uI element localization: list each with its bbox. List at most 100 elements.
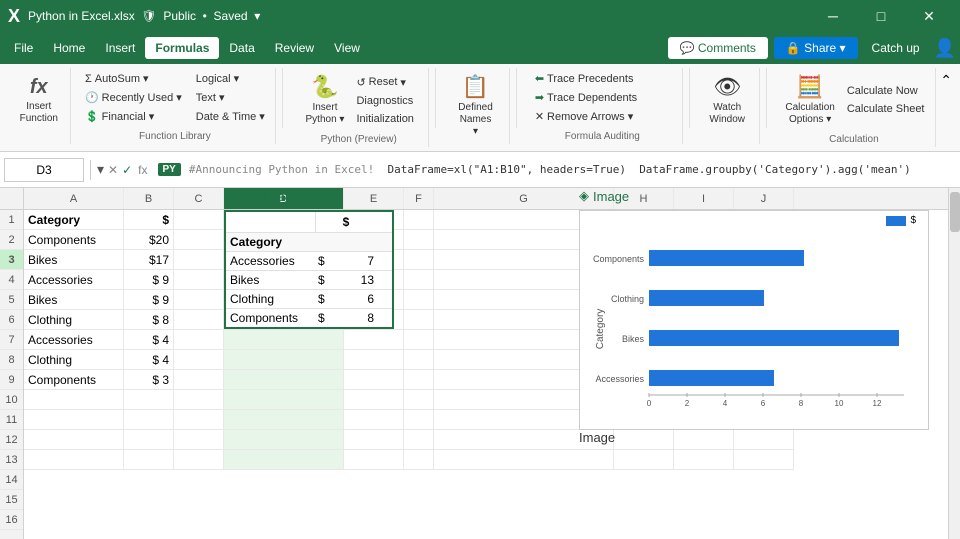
row-header-7[interactable]: 7	[0, 330, 23, 350]
row-header-15[interactable]: 15	[0, 490, 23, 510]
reset-button[interactable]: ↺ Reset ▾	[352, 74, 417, 91]
cell-A5[interactable]: Bikes	[24, 290, 124, 310]
cell-D8[interactable]	[224, 350, 344, 370]
calculate-sheet-button[interactable]: Calculate Sheet	[843, 101, 929, 117]
cell-A4[interactable]: Accessories	[24, 270, 124, 290]
cell-A7[interactable]: Accessories	[24, 330, 124, 350]
separator-5	[766, 68, 767, 128]
row-header-9[interactable]: 9	[0, 370, 23, 390]
cell-F1[interactable]	[404, 210, 434, 230]
row-header-14[interactable]: 14	[0, 470, 23, 490]
name-box[interactable]	[4, 158, 84, 182]
col-header-A[interactable]: A	[24, 188, 124, 209]
defined-names-button[interactable]: 📋 DefinedNames ▾	[450, 70, 501, 142]
cell-B3[interactable]: $17	[124, 250, 174, 270]
cell-A8[interactable]: Clothing	[24, 350, 124, 370]
trace-dependents-button[interactable]: ➡ Trace Dependents	[531, 89, 674, 106]
cell-D9[interactable]	[224, 370, 344, 390]
row-header-16[interactable]: 16	[0, 510, 23, 530]
financial-label: Financial	[102, 111, 146, 123]
maximize-button[interactable]: □	[858, 0, 904, 32]
legend-color-box	[886, 216, 906, 226]
scrollbar-thumb[interactable]	[950, 192, 960, 232]
cell-C3[interactable]	[174, 250, 224, 270]
calculate-sheet-label: Calculate Sheet	[847, 103, 925, 115]
row-header-5[interactable]: 5	[0, 290, 23, 310]
public-badge: Public	[163, 9, 196, 23]
menu-view[interactable]: View	[324, 37, 370, 59]
cell-D7[interactable]	[224, 330, 344, 350]
cell-A6[interactable]: Clothing	[24, 310, 124, 330]
cell-B6[interactable]: $ 8	[124, 310, 174, 330]
date-time-button[interactable]: Date & Time ▾	[192, 108, 269, 125]
row-header-6[interactable]: 6	[0, 310, 23, 330]
cell-A3[interactable]: Bikes	[24, 250, 124, 270]
cell-B1[interactable]: $	[124, 210, 174, 230]
col-header-I[interactable]: I	[674, 188, 734, 209]
x-label-8: 8	[799, 399, 804, 408]
col-header-F[interactable]: F	[404, 188, 434, 209]
col-header-E[interactable]: E	[344, 188, 404, 209]
calculate-now-button[interactable]: Calculate Now	[843, 83, 929, 99]
cell-B4[interactable]: $ 9	[124, 270, 174, 290]
menu-file[interactable]: File	[4, 37, 43, 59]
recently-used-button[interactable]: 🕐 Recently Used ▾	[81, 89, 186, 106]
text-button[interactable]: Text ▾	[192, 89, 269, 106]
logical-button[interactable]: Logical ▾	[192, 70, 269, 87]
x-label-4: 4	[723, 399, 728, 408]
cell-B5[interactable]: $ 9	[124, 290, 174, 310]
cell-A9[interactable]: Components	[24, 370, 124, 390]
vertical-scrollbar[interactable]	[948, 188, 960, 539]
cell-A2[interactable]: Components	[24, 230, 124, 250]
cell-F3[interactable]	[404, 250, 434, 270]
df-bikes-dollar: $	[316, 271, 336, 289]
row-header-13[interactable]: 13	[0, 450, 23, 470]
separator-3	[516, 68, 517, 128]
share-button[interactable]: 🔒 Share ▾	[774, 37, 858, 59]
calculation-options-button[interactable]: 🧮 CalculationOptions ▾	[779, 70, 840, 130]
row-header-3[interactable]: 3	[0, 250, 23, 270]
menu-home[interactable]: Home	[43, 37, 95, 59]
menu-data[interactable]: Data	[219, 37, 264, 59]
row-header-8[interactable]: 8	[0, 350, 23, 370]
cell-C1[interactable]	[174, 210, 224, 230]
cell-F2[interactable]	[404, 230, 434, 250]
insert-python-button[interactable]: 🐍 InsertPython ▾	[300, 70, 351, 130]
trace-precedents-button[interactable]: ⬅ Trace Precedents	[531, 70, 674, 87]
remove-arrows-button[interactable]: ✕ Remove Arrows ▾	[531, 108, 674, 125]
row-header-11[interactable]: 11	[0, 410, 23, 430]
cell-B2[interactable]: $20	[124, 230, 174, 250]
menu-review[interactable]: Review	[265, 37, 324, 59]
x-label-0: 0	[647, 399, 652, 408]
row-header-4[interactable]: 4	[0, 270, 23, 290]
minimize-button[interactable]: ─	[810, 0, 856, 32]
col-header-C[interactable]: C	[174, 188, 224, 209]
initialization-button[interactable]: Initialization	[352, 111, 417, 127]
cell-C4[interactable]	[174, 270, 224, 290]
financial-button[interactable]: 💲 Financial ▾	[81, 108, 186, 125]
cell-B7[interactable]: $ 4	[124, 330, 174, 350]
cell-C2[interactable]	[174, 230, 224, 250]
row-header-2[interactable]: 2	[0, 230, 23, 250]
row-header-1[interactable]: 1	[0, 210, 23, 230]
financial-icon: 💲	[85, 110, 99, 123]
col-header-B[interactable]: B	[124, 188, 174, 209]
insert-function-button[interactable]: fx InsertFunction	[14, 72, 64, 129]
catch-up-button[interactable]: Catch up	[864, 37, 928, 59]
row-header-12[interactable]: 12	[0, 430, 23, 450]
cell-A1[interactable]: Category	[24, 210, 124, 230]
watch-window-button[interactable]: 👁 WatchWindow	[703, 70, 751, 130]
col-header-J[interactable]: J	[734, 188, 794, 209]
expand-formula-button[interactable]: ▾	[97, 161, 104, 178]
cell-B8[interactable]: $ 4	[124, 350, 174, 370]
autosum-button[interactable]: Σ AutoSum ▾	[81, 70, 186, 87]
df-category-label: Category	[226, 233, 316, 251]
comments-button[interactable]: 💬 Comments	[668, 37, 768, 59]
ribbon-collapse-button[interactable]: ⌃	[940, 72, 952, 89]
close-button[interactable]: ✕	[906, 0, 952, 32]
menu-insert[interactable]: Insert	[95, 37, 145, 59]
diagnostics-button[interactable]: Diagnostics	[352, 93, 417, 109]
menu-formulas[interactable]: Formulas	[145, 37, 219, 59]
row-header-10[interactable]: 10	[0, 390, 23, 410]
cell-B9[interactable]: $ 3	[124, 370, 174, 390]
